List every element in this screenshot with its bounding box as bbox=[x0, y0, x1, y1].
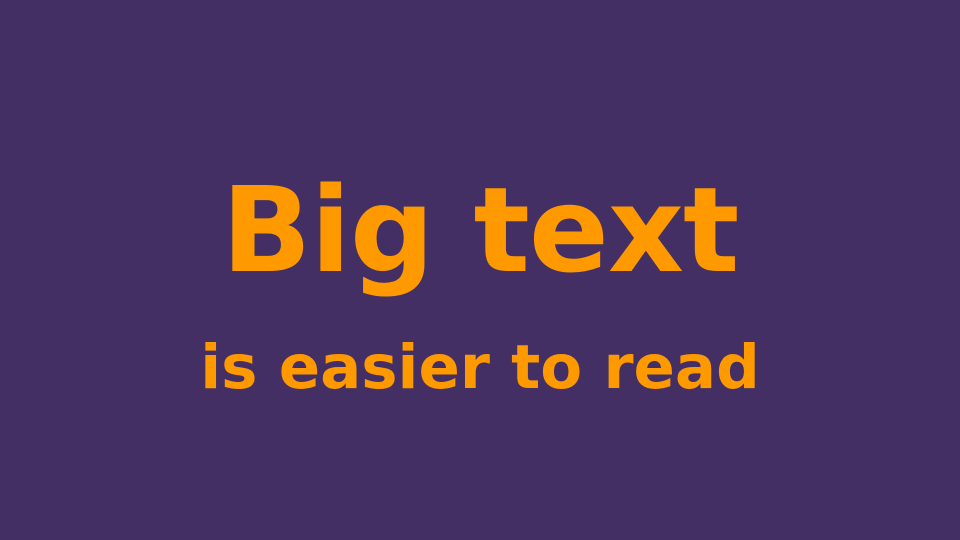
slide: Big text is easier to read bbox=[0, 0, 960, 540]
headline: Big text bbox=[221, 161, 740, 299]
subline: is easier to read bbox=[200, 332, 760, 403]
